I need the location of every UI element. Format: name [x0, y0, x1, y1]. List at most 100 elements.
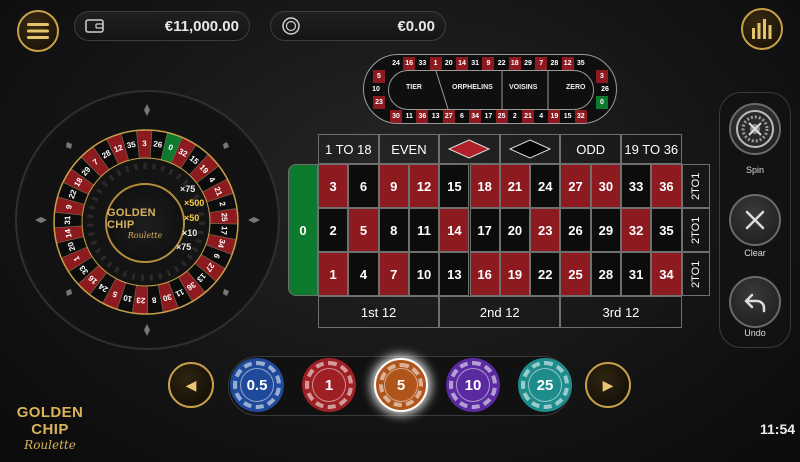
dozen-bet-1[interactable]: 1st 12 [318, 296, 440, 328]
wheel-hub-logo: GOLDEN CHIP Roulette [105, 183, 185, 263]
wheel-logo-title: GOLDEN CHIP [107, 206, 156, 231]
number-cell-14[interactable]: 14 [439, 208, 470, 252]
wheel-icon [736, 110, 774, 148]
number-cell-6[interactable]: 6 [348, 164, 379, 208]
black-diamond-icon [509, 139, 552, 159]
number-cell-8[interactable]: 8 [378, 208, 409, 252]
number-cell-19[interactable]: 19 [499, 252, 531, 296]
number-cell-35[interactable]: 35 [651, 208, 682, 252]
number-cell-23[interactable]: 23 [530, 208, 561, 252]
chip-value: 10 [456, 368, 490, 402]
logo-subtitle: Roulette [24, 438, 76, 452]
chip-10[interactable]: 10 [446, 358, 500, 412]
number-cell-27[interactable]: 27 [560, 164, 591, 208]
number-cell-26[interactable]: 26 [560, 208, 591, 252]
chip-value: 1 [312, 368, 346, 402]
multiplier-label: ×500 [184, 198, 205, 208]
dozen-bet-3[interactable]: 3rd 12 [560, 296, 682, 328]
number-cell-24[interactable]: 24 [530, 164, 561, 208]
red-diamond-icon [448, 139, 491, 159]
chip-5[interactable]: 5 [374, 358, 428, 412]
number-cell-0[interactable]: 0 [288, 164, 318, 296]
number-cell-12[interactable]: 12 [408, 164, 440, 208]
outside-bet-4[interactable]: ODD [560, 134, 621, 164]
wheel-number: 17 [219, 226, 229, 236]
number-cell-4[interactable]: 4 [348, 252, 379, 296]
racetrack-bet-area[interactable]: 24 16 33 1 20 14 31 9 22 18 29 7 28 12 35 30 11 36 13 27 6 34… [363, 54, 617, 124]
outside-bet-3[interactable] [499, 134, 561, 164]
number-cell-21[interactable]: 21 [499, 164, 531, 208]
outside-bet-1[interactable]: EVEN [378, 134, 440, 164]
chip-1[interactable]: 1 [302, 358, 356, 412]
column-bet-2[interactable]: 2TO1 [681, 208, 710, 252]
chips-next-button[interactable]: ▶ [585, 362, 631, 408]
number-cell-31[interactable]: 31 [621, 252, 652, 296]
number-cell-13[interactable]: 13 [439, 252, 470, 296]
wheel-number: 3 [142, 139, 147, 148]
multiplier-label: ×75 [180, 184, 196, 194]
outside-bet-5[interactable]: 19 TO 36 [621, 134, 682, 164]
bet-total-display: €0.00 [270, 11, 446, 41]
undo-label: Undo [744, 328, 766, 338]
outside-bet-0[interactable]: 1 TO 18 [318, 134, 379, 164]
chip-0.5[interactable]: 0.5 [230, 358, 284, 412]
chevron-right-icon: ▶ [602, 376, 614, 393]
balance-value: €11,000.00 [164, 17, 239, 35]
number-cell-33[interactable]: 33 [621, 164, 652, 208]
column-bet-1[interactable]: 2TO1 [681, 164, 710, 208]
chip-icon [282, 17, 300, 35]
balance-display: €11,000.00 [74, 11, 250, 41]
number-cell-36[interactable]: 36 [651, 164, 682, 208]
number-cell-32[interactable]: 32 [621, 208, 652, 252]
number-cell-34[interactable]: 34 [651, 252, 682, 296]
logo-title: GOLDEN CHIP [16, 404, 84, 438]
number-cell-2[interactable]: 2 [318, 208, 349, 252]
chips-prev-button[interactable]: ◀ [168, 362, 214, 408]
number-cell-22[interactable]: 22 [530, 252, 561, 296]
multiplier-label: ×50 [184, 213, 200, 223]
chevron-left-icon: ◀ [185, 376, 197, 393]
chip-value: 25 [528, 368, 562, 402]
clear-button[interactable] [729, 194, 781, 246]
wallet-icon [85, 19, 104, 33]
number-cell-25[interactable]: 25 [560, 252, 591, 296]
bar-chart-icon [752, 19, 772, 39]
column-bet-3[interactable]: 2TO1 [681, 252, 710, 296]
bet-total-value: €0.00 [397, 17, 435, 35]
wheel-number: 25 [219, 212, 229, 222]
racetrack-dividers [435, 70, 549, 110]
number-cell-28[interactable]: 28 [590, 252, 621, 296]
wheel-number: 23 [136, 295, 146, 305]
number-cell-3[interactable]: 3 [318, 164, 349, 208]
number-cell-30[interactable]: 30 [590, 164, 621, 208]
number-cell-16[interactable]: 16 [469, 252, 500, 296]
clear-label: Clear [744, 248, 766, 258]
hamburger-icon [27, 23, 49, 39]
number-cell-9[interactable]: 9 [378, 164, 409, 208]
spin-button[interactable] [729, 103, 781, 155]
number-cell-11[interactable]: 11 [408, 208, 440, 252]
number-cell-29[interactable]: 29 [590, 208, 621, 252]
number-cell-15[interactable]: 15 [439, 164, 470, 208]
outside-bet-2[interactable] [439, 134, 500, 164]
dozen-bet-2[interactable]: 2nd 12 [439, 296, 561, 328]
statistics-button[interactable] [741, 8, 783, 50]
undo-button[interactable] [729, 276, 781, 328]
multiplier-label: ×75 [176, 242, 192, 252]
number-cell-18[interactable]: 18 [469, 164, 500, 208]
wheel-number: 31 [63, 215, 72, 225]
close-icon [745, 210, 765, 230]
menu-button[interactable] [17, 10, 59, 52]
number-cell-5[interactable]: 5 [348, 208, 379, 252]
number-cell-17[interactable]: 17 [469, 208, 500, 252]
wheel-logo-subtitle: Roulette [127, 230, 163, 240]
game-logo: GOLDEN CHIP Roulette [8, 404, 92, 452]
number-cell-7[interactable]: 7 [378, 252, 409, 296]
number-cell-20[interactable]: 20 [499, 208, 531, 252]
betting-table: 01 TO 18 EVEN ODD 19 TO 36 3 6 9 12 15 18 21 24 27 30… [288, 134, 710, 330]
chip-25[interactable]: 25 [518, 358, 572, 412]
number-cell-10[interactable]: 10 [408, 252, 440, 296]
undo-icon [744, 293, 766, 313]
clock: 11:54 [760, 421, 796, 437]
number-cell-1[interactable]: 1 [318, 252, 349, 296]
